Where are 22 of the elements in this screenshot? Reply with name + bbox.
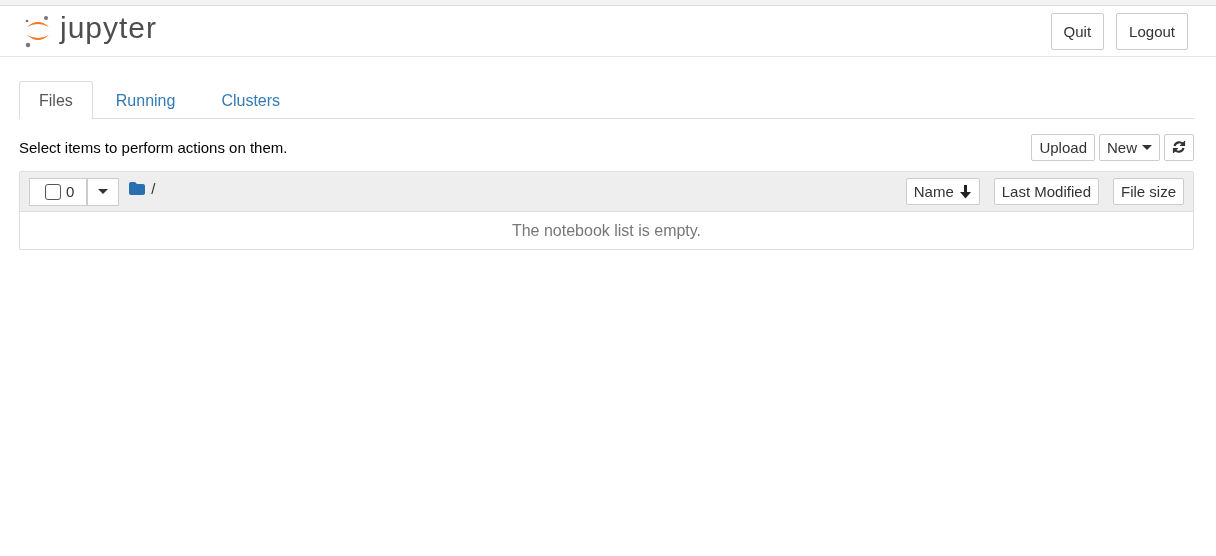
select-all-button[interactable]: 0	[29, 177, 88, 206]
tab[interactable]: Clusters	[198, 81, 304, 119]
tab[interactable]: Files	[19, 81, 93, 119]
logout-button[interactable]: Logout	[1116, 12, 1188, 50]
instructions-text: Select items to perform actions on them.	[19, 138, 288, 156]
caret-icon	[1142, 144, 1152, 150]
checkbox[interactable]	[45, 183, 61, 200]
logo-text: jupyter	[60, 13, 158, 43]
refresh-icon	[1172, 140, 1186, 154]
new-button[interactable]: New	[1099, 133, 1160, 161]
tab[interactable]: Running	[92, 81, 199, 119]
path-link[interactable]: /	[151, 180, 156, 197]
dropdown-button[interactable]	[87, 177, 120, 206]
quit-button[interactable]: Quit	[1050, 12, 1105, 50]
sort-button[interactable]: File size	[1113, 178, 1184, 205]
refresh-button[interactable]	[1164, 133, 1194, 161]
empty-message: The notebook list is empty.	[510, 220, 703, 241]
sort-button[interactable]: Name	[905, 178, 980, 205]
sort-button[interactable]: Last Modified	[993, 178, 1099, 205]
upload-button[interactable]: Upload	[1031, 133, 1095, 161]
caret-icon	[98, 189, 109, 194]
folder-icon	[129, 182, 146, 195]
